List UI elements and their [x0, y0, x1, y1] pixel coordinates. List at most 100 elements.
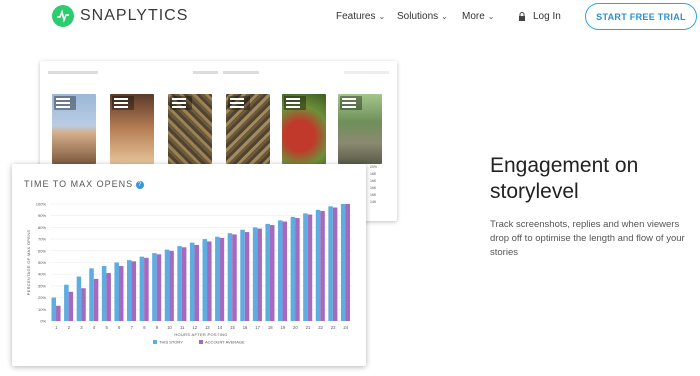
bar — [227, 233, 233, 321]
bar — [278, 220, 283, 321]
bar — [215, 236, 220, 321]
story-thumbnail — [282, 94, 326, 164]
top-navigation: SNAPLYTICS Features ⌄ Solutions ⌄ More ⌄… — [0, 0, 700, 34]
bar — [89, 268, 94, 321]
x-tick-label: 4 — [93, 325, 96, 330]
bar — [68, 291, 74, 321]
x-tick-label: 10 — [167, 325, 172, 330]
story-thumbnail — [226, 94, 270, 164]
start-free-trial-button[interactable]: START FREE TRIAL — [585, 3, 697, 30]
brand-logo[interactable]: SNAPLYTICS — [52, 5, 188, 27]
stat-value: 16K — [370, 179, 377, 183]
bar — [332, 207, 338, 321]
bar — [240, 229, 245, 321]
bar — [207, 241, 212, 321]
nav-more[interactable]: More ⌄ — [462, 11, 495, 22]
x-tick-label: 5 — [105, 325, 108, 330]
stories-toolbar — [48, 69, 389, 77]
bar — [64, 284, 69, 321]
bar — [169, 250, 174, 321]
y-tick-label: 80% — [38, 225, 46, 230]
bar — [320, 211, 325, 321]
bar-chart: 0% 10% 20% 30% 40% 50% 60% 70% 80% 90% 100% PERCENT… — [26, 202, 352, 345]
x-tick-label: 1 — [55, 325, 58, 330]
y-tick-label: 10% — [38, 307, 46, 312]
bar — [219, 237, 225, 321]
x-tick-label: 2 — [68, 325, 71, 330]
bar — [118, 266, 124, 321]
story-thumbnail — [52, 94, 96, 164]
x-tick-label: 6 — [118, 325, 121, 330]
y-tick-label: 70% — [38, 237, 46, 242]
legend-swatch — [153, 340, 157, 344]
stat-value: 16K — [370, 186, 377, 190]
y-tick-label: 40% — [38, 272, 46, 277]
login-link[interactable]: Log In — [518, 11, 561, 22]
story-thumbnail — [110, 94, 154, 164]
story-thumbnail — [168, 94, 212, 164]
bar — [295, 218, 300, 321]
bar — [139, 256, 145, 321]
bar — [328, 206, 333, 321]
chevron-down-icon: ⌄ — [487, 12, 495, 21]
time-to-max-opens-card: TIME TO MAX OPENS? 0% 10% 20% 30% 40% 50% 60% 7… — [12, 164, 366, 366]
pulse-icon — [52, 5, 74, 27]
chevron-down-icon: ⌄ — [378, 12, 386, 21]
y-tick-label: 0% — [40, 319, 46, 324]
y-tick-label: 20% — [38, 295, 46, 300]
bar — [152, 253, 157, 321]
bar — [257, 228, 262, 321]
bar — [307, 214, 313, 321]
bar — [106, 273, 111, 321]
bar — [114, 262, 119, 321]
bar — [81, 288, 86, 321]
x-tick-label: 23 — [331, 325, 336, 330]
x-tick-label: 7 — [131, 325, 134, 330]
bar — [232, 234, 237, 321]
nav-solutions-label: Solutions — [397, 11, 439, 22]
bar — [269, 225, 275, 321]
y-tick-label: 90% — [38, 213, 46, 218]
x-tick-label: 14 — [218, 325, 223, 330]
x-tick-label: 17 — [255, 325, 260, 330]
stat-value: 16K — [370, 193, 377, 197]
bar — [189, 242, 195, 321]
x-tick-label: 12 — [192, 325, 197, 330]
bar — [303, 213, 308, 321]
x-tick-label: 18 — [268, 325, 273, 330]
stat-value: 16K — [370, 172, 377, 176]
nav-features-label: Features — [336, 11, 376, 22]
bar — [181, 247, 187, 321]
bar — [164, 249, 170, 321]
bar — [56, 305, 61, 321]
x-tick-label: 9 — [156, 325, 159, 330]
legend-label: THIS STORY — [159, 340, 183, 345]
y-tick-label: 30% — [38, 283, 46, 288]
x-tick-label: 15 — [230, 325, 235, 330]
stat-value: 20% — [370, 165, 378, 169]
bar — [290, 216, 296, 321]
bar — [194, 244, 199, 321]
legend-swatch — [199, 340, 203, 344]
story-thumbnail — [338, 94, 382, 164]
login-label: Log In — [533, 11, 561, 22]
bar — [127, 260, 132, 321]
x-tick-label: 24 — [343, 325, 348, 330]
bar — [340, 204, 346, 321]
x-tick-label: 11 — [180, 325, 185, 330]
x-tick-label: 19 — [280, 325, 285, 330]
nav-solutions[interactable]: Solutions ⌄ — [397, 11, 448, 22]
legend-label: ACCOUNT AVERAGE — [205, 340, 245, 345]
bar — [202, 239, 208, 321]
bar — [51, 297, 57, 321]
x-tick-label: 3 — [80, 325, 83, 330]
nav-features[interactable]: Features ⌄ — [336, 11, 385, 22]
x-axis-label: HOURS AFTER POSTING — [174, 332, 227, 337]
bar — [76, 276, 82, 321]
brand-name: SNAPLYTICS — [80, 7, 189, 24]
x-tick-label: 16 — [243, 325, 248, 330]
y-tick-label: 50% — [38, 260, 46, 265]
section-headline: Engagement on storylevel — [490, 154, 639, 203]
x-tick-label: 22 — [318, 325, 323, 330]
x-tick-label: 8 — [143, 325, 146, 330]
